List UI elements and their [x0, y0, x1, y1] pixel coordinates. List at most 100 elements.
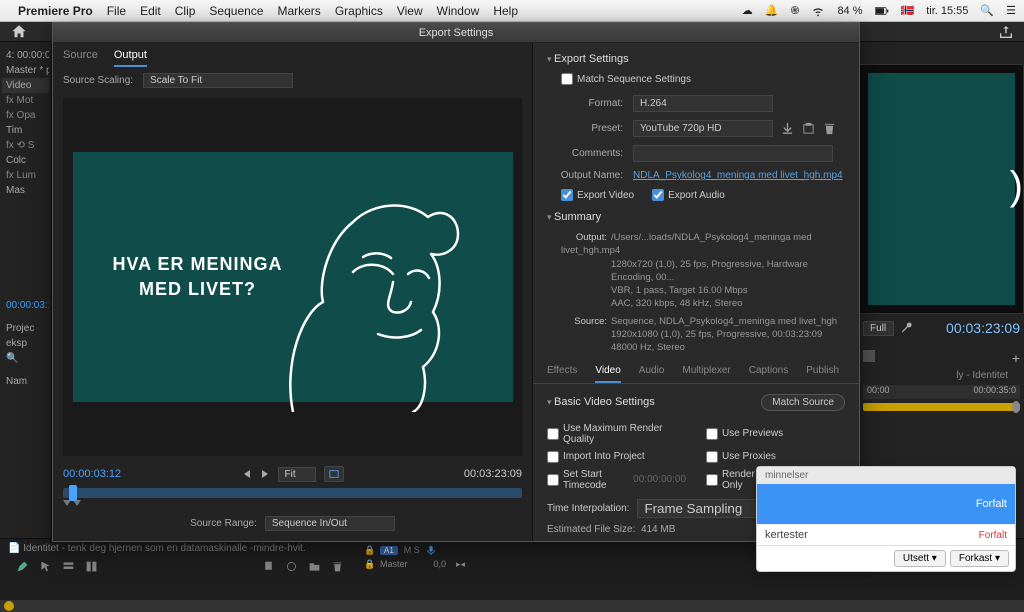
menu-graphics[interactable]: Graphics [335, 4, 383, 18]
preview-fit-select[interactable]: Fit [278, 467, 316, 482]
status-warning-icon[interactable] [4, 601, 14, 611]
menu-edit[interactable]: Edit [140, 4, 161, 18]
output-name-link[interactable]: NDLA_Psykolog4_meninga med livet_hgh.mp4 [633, 170, 843, 181]
tab-output[interactable]: Output [114, 49, 147, 67]
pen-tool-icon[interactable] [16, 560, 29, 573]
import-preset-icon[interactable] [802, 122, 815, 135]
menu-view[interactable]: View [397, 4, 423, 18]
use-previews-checkbox[interactable] [706, 428, 718, 440]
export-settings-header[interactable]: Export Settings [547, 53, 845, 65]
summary-output-l2: 1280x720 (1,0), 25 fps, Progressive, Har… [561, 258, 845, 285]
subtab-audio[interactable]: Audio [639, 365, 665, 383]
playhead[interactable] [69, 485, 77, 501]
reminders-row[interactable]: kertester Forfalt [757, 524, 1015, 545]
match-source-button[interactable]: Match Source [761, 394, 845, 411]
menubar-list-icon[interactable]: ☰ [1006, 4, 1016, 17]
comments-input[interactable] [633, 145, 833, 162]
panel-eksp[interactable]: eksp [2, 336, 49, 351]
panel-fx-opacity[interactable]: fx Opa [2, 108, 49, 123]
preview-playbar[interactable] [63, 488, 522, 498]
timeline-ruler[interactable]: 00:00 00:00:35:0 [863, 385, 1020, 399]
panel-name-col: Nam [2, 374, 49, 389]
stack-icon[interactable] [62, 560, 75, 573]
macos-menubar: Premiere Pro File Edit Clip Sequence Mar… [0, 0, 1024, 22]
panel-mas[interactable]: Mas [2, 183, 49, 198]
menu-file[interactable]: File [107, 4, 126, 18]
match-sequence-checkbox[interactable] [561, 73, 573, 85]
snap-icon[interactable] [863, 350, 875, 362]
menubar-wifi-icon[interactable] [811, 4, 825, 18]
menu-clip[interactable]: Clip [175, 4, 196, 18]
reminders-utsett-button[interactable]: Utsett ▾ [894, 550, 946, 567]
aspect-ratio-icon[interactable] [324, 466, 344, 482]
status-bar [0, 600, 1024, 612]
delete-preset-icon[interactable] [823, 122, 836, 135]
folder-icon[interactable] [308, 560, 321, 573]
menubar-notif-icon[interactable]: 🔔 [765, 4, 779, 17]
marker-icon[interactable] [262, 560, 275, 573]
render-alpha-checkbox[interactable] [706, 474, 718, 486]
track-a1-tag[interactable]: A1 [380, 546, 398, 555]
menubar-cloud-icon[interactable]: ☁ [742, 4, 753, 17]
reminders-badge-1: Forfalt [976, 498, 1007, 510]
panel-fx-s[interactable]: fx ⟲ S [2, 138, 49, 153]
subtab-publish[interactable]: Publish [806, 365, 839, 383]
step-back-icon[interactable] [242, 469, 252, 479]
panel-fx-motion[interactable]: fx Mot [2, 93, 49, 108]
menubar-flag-icon[interactable]: 🇳🇴 [901, 4, 915, 17]
export-audio-checkbox[interactable] [652, 189, 664, 201]
est-size-value: 414 MB [641, 524, 675, 535]
home-icon[interactable] [10, 23, 28, 41]
format-select[interactable]: H.264 [633, 95, 773, 112]
subtab-video[interactable]: Video [595, 365, 620, 383]
preview-face-drawing [243, 162, 503, 412]
menubar-swirl-icon[interactable]: ֍ [790, 3, 799, 18]
track-a1-buttons[interactable]: M S [404, 545, 420, 555]
panel-time[interactable]: Tim [2, 123, 49, 138]
play-icon[interactable] [260, 469, 270, 479]
panel-fx-lum[interactable]: fx Lum [2, 168, 49, 183]
panel-project[interactable]: Projec [2, 321, 49, 336]
source-range-select[interactable]: Sequence In/Out [265, 516, 395, 531]
menu-help[interactable]: Help [493, 4, 518, 18]
monitor-partial-drawing: ) [1010, 164, 1023, 209]
source-range-label: Source Range: [190, 518, 257, 529]
reminders-selected-item[interactable]: Forfalt [757, 484, 1015, 524]
summary-header[interactable]: Summary [547, 211, 845, 223]
preset-select[interactable]: YouTube 720p HD [633, 120, 773, 137]
use-proxies-checkbox[interactable] [706, 451, 718, 463]
master-track-value[interactable]: 0,0 [434, 559, 447, 569]
subtab-effects[interactable]: Effects [547, 365, 577, 383]
program-scale-select[interactable]: Full [863, 321, 894, 336]
panel-search-icon[interactable]: 🔍 [2, 351, 49, 366]
app-name[interactable]: Premiere Pro [18, 4, 93, 18]
export-video-checkbox[interactable] [561, 189, 573, 201]
mic-icon[interactable] [426, 545, 436, 555]
menubar-search-icon[interactable]: 🔍 [980, 4, 994, 17]
stack2-icon[interactable] [85, 560, 98, 573]
arrow-tool-icon[interactable] [39, 560, 52, 573]
panel-color[interactable]: Colc [2, 153, 49, 168]
panel-master: Master * ps [2, 63, 49, 78]
subtab-captions[interactable]: Captions [749, 365, 788, 383]
menubar-clock[interactable]: tir. 15:55 [926, 5, 968, 17]
max-render-quality-checkbox[interactable] [547, 428, 559, 440]
master-track-label[interactable]: Master [380, 559, 408, 569]
set-start-tc-checkbox[interactable] [547, 474, 559, 486]
tab-source[interactable]: Source [63, 49, 98, 67]
source-scaling-select[interactable]: Scale To Fit [143, 73, 293, 88]
save-preset-icon[interactable] [781, 122, 794, 135]
menu-window[interactable]: Window [437, 4, 480, 18]
subtab-multiplexer[interactable]: Multiplexer [682, 365, 730, 383]
trash-icon[interactable] [331, 560, 344, 573]
reminders-forkast-button[interactable]: Forkast ▾ [950, 550, 1009, 567]
wrench-icon-2[interactable] [285, 560, 298, 573]
match-sequence-label: Match Sequence Settings [577, 74, 691, 85]
wrench-icon[interactable] [900, 321, 914, 335]
menu-sequence[interactable]: Sequence [209, 4, 263, 18]
basic-video-header[interactable]: Basic Video Settings [547, 396, 655, 408]
share-icon[interactable] [998, 24, 1014, 40]
plus-icon[interactable]: + [1012, 350, 1020, 366]
import-project-checkbox[interactable] [547, 451, 559, 463]
menu-markers[interactable]: Markers [277, 4, 320, 18]
